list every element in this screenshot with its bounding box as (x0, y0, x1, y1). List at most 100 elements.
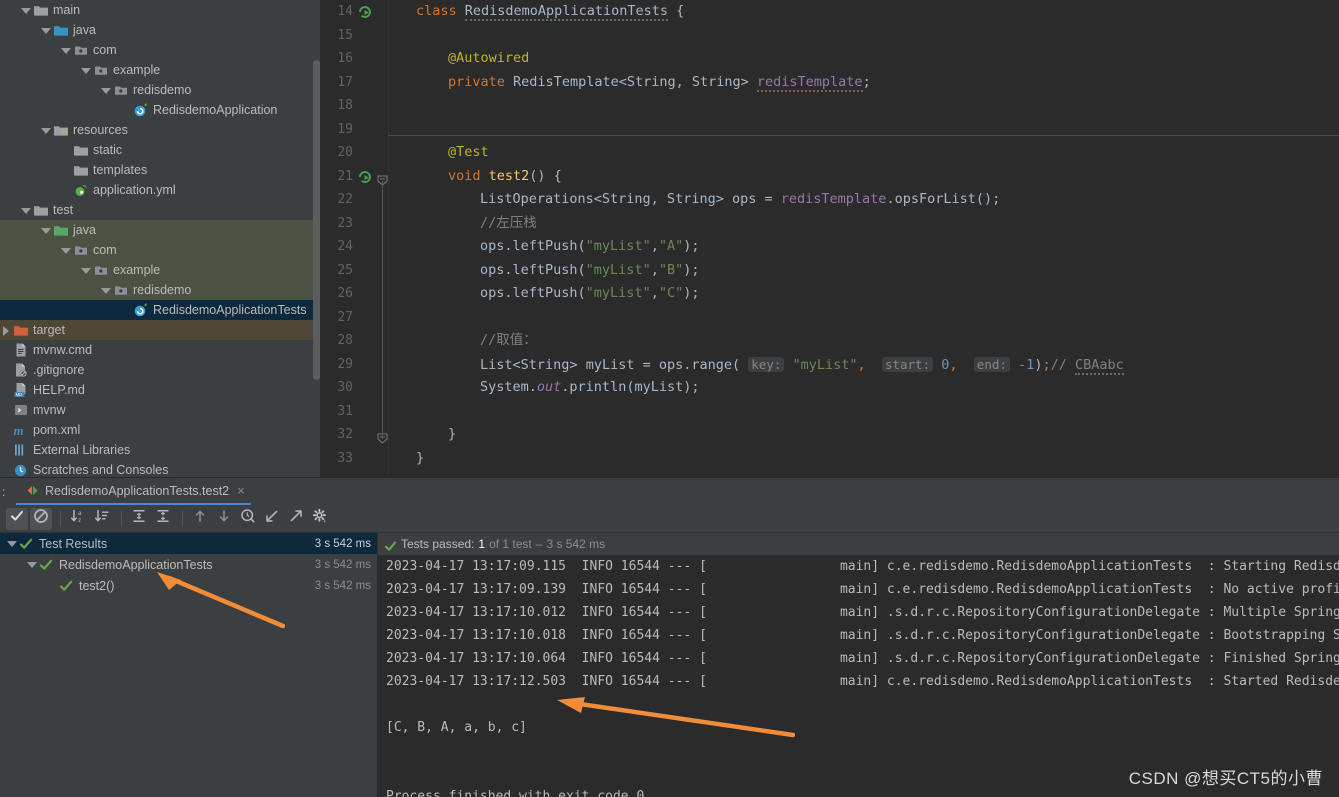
chevron-down-icon[interactable] (80, 265, 91, 276)
tree-item-pom-xml[interactable]: m pom.xml (0, 420, 320, 440)
tree-no-arrow (0, 465, 11, 476)
chevron-down-icon[interactable] (20, 5, 31, 16)
code-line-15[interactable]: 15 (320, 24, 1339, 48)
code-line-33[interactable]: 33} (320, 447, 1339, 471)
code-line-14[interactable]: 14 class RedisdemoApplicationTests { (320, 0, 1339, 24)
code-line-31[interactable]: 31 (320, 400, 1339, 424)
tree-item-mvnw-cmd[interactable]: mvnw.cmd (0, 340, 320, 360)
test-results-tree[interactable]: Test Results 3 s 542 ms RedisdemoApplicati… (0, 533, 378, 797)
previous-failed-test[interactable] (189, 508, 211, 530)
chevron-down-icon[interactable] (100, 285, 111, 296)
line-number: 18 (337, 98, 353, 113)
collapse-all[interactable] (152, 508, 174, 530)
sort-by-duration[interactable] (91, 508, 113, 530)
tree-item-com[interactable]: com (0, 40, 320, 60)
tree-item-com[interactable]: com (0, 240, 320, 260)
tree-item-label: templates (93, 163, 148, 177)
tree-no-arrow (0, 445, 11, 456)
code-line-18[interactable]: 18 (320, 94, 1339, 118)
next-failed-test[interactable] (213, 508, 235, 530)
project-tree-scrollbar[interactable] (313, 0, 320, 477)
tree-item-java[interactable]: java (0, 220, 320, 240)
code-editor[interactable]: 14 class RedisdemoApplicationTests {15 16 @… (320, 0, 1339, 477)
watermark: CSDN @想买CT5的小曹 (1128, 769, 1323, 788)
run-test-gutter-icon[interactable] (358, 4, 372, 19)
chevron-down-icon[interactable] (80, 65, 91, 76)
run-test-gutter-icon[interactable] (358, 169, 372, 183)
file-cmd-icon (13, 342, 29, 358)
console-output[interactable]: Tests passed: 1 of 1 test – 3 s 542 ms 2… (378, 533, 1339, 797)
chevron-down-icon[interactable] (100, 85, 111, 96)
tests-duration: 3 s 542 ms (546, 537, 606, 551)
run-tab-redisdemoapplicationtests-test2[interactable]: RedisdemoApplicationTests.test2 × (16, 478, 251, 505)
code-line-26[interactable]: 26 ops.leftPush("myList","C"); (320, 282, 1339, 306)
tree-item-scratches-and-consoles[interactable]: Scratches and Consoles (0, 460, 320, 477)
sort-alphabetically[interactable]: az (67, 508, 89, 530)
chevron-down-icon[interactable] (40, 125, 51, 136)
tree-item-example[interactable]: example (0, 60, 320, 80)
expand-all[interactable] (128, 508, 150, 530)
chevron-right-icon[interactable] (0, 325, 11, 336)
code-line-19[interactable]: 19 (320, 118, 1339, 142)
code-line-27[interactable]: 27 (320, 306, 1339, 330)
code-text: //左压栈 (480, 214, 537, 231)
toolbar-separator (121, 510, 122, 527)
tree-item-target[interactable]: target (0, 320, 320, 340)
tree-item-redisdemoapplication[interactable]: RedisdemoApplication (0, 100, 320, 120)
code-line-25[interactable]: 25 ops.leftPush("myList","B"); (320, 259, 1339, 283)
tree-item-test[interactable]: test (0, 200, 320, 220)
tree-item-label: Scratches and Consoles (33, 463, 169, 477)
tree-item-example[interactable]: example (0, 260, 320, 280)
chevron-down-icon[interactable] (20, 205, 31, 216)
chevron-down-icon[interactable] (40, 25, 51, 36)
tree-item-resources[interactable]: resources (0, 120, 320, 140)
code-text: ops.leftPush("myList","C"); (480, 285, 700, 301)
show-ignored-toggle[interactable] (30, 507, 52, 530)
code-line-29[interactable]: 29 List<String> myList = ops.range( key: … (320, 353, 1339, 377)
test-settings[interactable] (309, 508, 331, 530)
tree-item-redisdemo[interactable]: redisdemo (0, 80, 320, 100)
tree-item-java[interactable]: java (0, 20, 320, 40)
project-tool-window[interactable]: main java com example redisdemo RedisdemoAppl… (0, 0, 320, 477)
import-test-results[interactable] (261, 508, 283, 530)
code-line-22[interactable]: 22 ListOperations<String, String> ops = r… (320, 188, 1339, 212)
code-line-23[interactable]: 23 //左压栈 (320, 212, 1339, 236)
tree-item-mvnw[interactable]: mvnw (0, 400, 320, 420)
package-icon (73, 242, 89, 258)
test-no-arrow (46, 580, 57, 591)
tree-item-help-md[interactable]: MD HELP.md (0, 380, 320, 400)
code-line-17[interactable]: 17 private RedisTemplate<String, String> … (320, 71, 1339, 95)
code-text: } (448, 426, 457, 442)
code-line-32[interactable]: 32} (320, 423, 1339, 447)
test-tree-row[interactable]: RedisdemoApplicationTests 3 s 542 ms (0, 554, 377, 575)
tree-item-application-yml[interactable]: application.yml (0, 180, 320, 200)
chevron-down-icon[interactable] (6, 538, 17, 549)
line-number: 22 (337, 192, 353, 207)
code-line-20[interactable]: 20 @Test (320, 141, 1339, 165)
test-tree-row[interactable]: test2() 3 s 542 ms (0, 575, 377, 596)
chevron-down-icon[interactable] (60, 245, 71, 256)
chevron-down-icon[interactable] (40, 225, 51, 236)
code-line-24[interactable]: 24 ops.leftPush("myList","A"); (320, 235, 1339, 259)
code-line-21[interactable]: 21 void test2() { (320, 165, 1339, 189)
track-running-test[interactable] (237, 508, 259, 530)
code-line-28[interactable]: 28 //取值： (320, 329, 1339, 353)
chevron-down-icon[interactable] (60, 45, 71, 56)
tree-item-main[interactable]: main (0, 0, 320, 20)
tree-item-redisdemoapplicationtests[interactable]: RedisdemoApplicationTests (0, 300, 320, 320)
tree-item-external-libraries[interactable]: External Libraries (0, 440, 320, 460)
tree-item-static[interactable]: static (0, 140, 320, 160)
code-line-16[interactable]: 16 @Autowired (320, 47, 1339, 71)
line-number: 29 (337, 356, 353, 372)
tree-item-label: External Libraries (33, 443, 131, 457)
tree-item-templates[interactable]: templates (0, 160, 320, 180)
tree-item--gitignore[interactable]: .gitignore (0, 360, 320, 380)
chevron-down-icon[interactable] (26, 559, 37, 570)
export-test-results[interactable] (285, 508, 307, 530)
close-icon[interactable]: × (237, 483, 245, 498)
show-passed-toggle[interactable] (6, 507, 28, 530)
tree-item-redisdemo[interactable]: redisdemo (0, 280, 320, 300)
code-line-30[interactable]: 30 System.out.println(myList); (320, 376, 1339, 400)
test-tree-row[interactable]: Test Results 3 s 542 ms (0, 533, 377, 554)
